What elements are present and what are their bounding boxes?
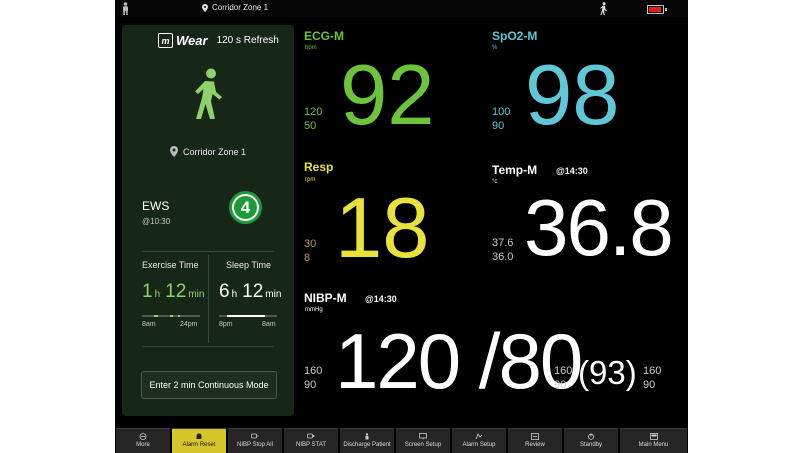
temp-value: 36.8 bbox=[524, 183, 674, 272]
spo2-value: 98 bbox=[525, 48, 620, 143]
ecg-label: ECG-M bbox=[304, 29, 344, 43]
location-indicator: Corridor Zone 1 bbox=[202, 3, 268, 12]
continuous-mode-button[interactable]: Enter 2 min Continuous Mode bbox=[141, 371, 277, 399]
battery-icon bbox=[647, 5, 667, 14]
discharge-icon bbox=[365, 433, 369, 440]
alarm-reset-icon bbox=[196, 433, 202, 439]
discharge-patient-button[interactable]: Discharge Patient bbox=[340, 428, 394, 453]
walking-person-icon bbox=[195, 68, 222, 119]
top-status-bar: Corridor Zone 1 bbox=[115, 0, 688, 17]
nibp-stop-all-button[interactable]: NIBP Stop All bbox=[228, 428, 282, 453]
sleep-time-bar bbox=[219, 315, 277, 317]
exercise-time-title: Exercise Time bbox=[142, 260, 199, 270]
divider bbox=[208, 255, 209, 343]
ews-score-badge: 4 bbox=[229, 191, 262, 224]
zone-text: Corridor Zone 1 bbox=[182, 146, 247, 157]
exercise-tick-end: 24pm bbox=[180, 321, 198, 328]
divider bbox=[142, 346, 274, 347]
refresh-interval: 120 s Refresh bbox=[216, 35, 279, 46]
spo2-limits: 100 90 bbox=[492, 106, 511, 132]
review-icon bbox=[531, 433, 539, 440]
main-menu-button[interactable]: Main Menu bbox=[620, 428, 687, 453]
main-menu-icon bbox=[649, 433, 658, 440]
exercise-tick-start: 8am bbox=[142, 321, 156, 328]
wear-brand-name: Wear bbox=[176, 33, 208, 48]
divider bbox=[142, 251, 274, 252]
temp-time: @14:30 bbox=[556, 166, 588, 176]
ews-time: @10:30 bbox=[142, 217, 171, 226]
ecg-unit: bpm bbox=[305, 45, 317, 51]
exercise-time-value: 1 h 12 min bbox=[142, 281, 205, 302]
sleep-tick-start: 8pm bbox=[219, 321, 233, 328]
sleep-time-value: 6 h 12 min bbox=[219, 281, 282, 302]
resp-label: Resp bbox=[304, 160, 334, 174]
ecg-limits: 120 50 bbox=[304, 106, 323, 132]
alarm-reset-button[interactable]: Alarm Reset bbox=[172, 428, 226, 453]
more-icon bbox=[139, 433, 147, 440]
nibp-time: @14:30 bbox=[365, 294, 397, 304]
walking-person-icon bbox=[600, 2, 607, 15]
ecg-value: 92 bbox=[340, 48, 435, 143]
ews-label: EWS bbox=[142, 199, 170, 213]
nibp-map-limits: 160 90 bbox=[554, 365, 573, 391]
temp-limits: 37.6 36.0 bbox=[492, 237, 514, 263]
resp-value: 18 bbox=[335, 181, 430, 276]
nibp-stop-icon bbox=[251, 433, 259, 439]
sleep-tick-end: 8am bbox=[262, 321, 276, 328]
bottom-menu-bar: More Alarm Reset NIBP Stop All NIBP STAT… bbox=[115, 426, 688, 453]
resp-unit: rpm bbox=[305, 177, 316, 183]
location-text: Corridor Zone 1 bbox=[212, 3, 269, 12]
nibp-value: 120 /80 bbox=[335, 317, 583, 405]
screen-setup-button[interactable]: Screen Setup bbox=[396, 428, 450, 453]
standby-button[interactable]: Standby bbox=[564, 428, 618, 453]
screen-setup-icon bbox=[419, 433, 427, 440]
sleep-time-title: Sleep Time bbox=[226, 260, 272, 270]
spo2-label: SpO2-M bbox=[492, 29, 538, 43]
nibp-unit: mmHg bbox=[305, 307, 323, 313]
patient-icon bbox=[123, 2, 128, 15]
location-pin-icon bbox=[202, 3, 208, 12]
ews-score: 4 bbox=[234, 196, 257, 219]
nibp-label: NIBP-M bbox=[304, 291, 347, 305]
nibp-map-value: (93) bbox=[578, 354, 637, 391]
location-pin-icon bbox=[169, 146, 178, 157]
temp-unit: °c bbox=[492, 179, 498, 185]
alarm-setup-icon bbox=[475, 433, 483, 440]
more-button[interactable]: More bbox=[116, 428, 170, 453]
alarm-setup-button[interactable]: Alarm Setup bbox=[452, 428, 506, 453]
nibp-sys-limits: 160 90 bbox=[304, 365, 323, 391]
nibp-dia-limits: 160 90 bbox=[643, 365, 662, 391]
monitor-screen: Corridor Zone 1 m Wear 120 s Refresh Cor… bbox=[115, 0, 688, 453]
battery-level bbox=[649, 7, 661, 12]
review-button[interactable]: Review bbox=[508, 428, 562, 453]
wear-status-card: m Wear 120 s Refresh Corridor Zone 1 EWS… bbox=[122, 25, 294, 416]
standby-icon bbox=[588, 433, 594, 440]
nibp-stat-button[interactable]: NIBP STAT bbox=[284, 428, 338, 453]
spo2-unit: % bbox=[492, 45, 498, 51]
nibp-stat-icon bbox=[307, 433, 315, 439]
exercise-time-bar bbox=[142, 315, 200, 317]
temp-label: Temp-M bbox=[492, 163, 538, 177]
wear-brand: m Wear 120 s Refresh bbox=[158, 33, 279, 48]
wear-logo-icon: m bbox=[158, 33, 173, 48]
resp-limits: 30 8 bbox=[304, 238, 317, 264]
zone-indicator: Corridor Zone 1 bbox=[122, 146, 294, 157]
